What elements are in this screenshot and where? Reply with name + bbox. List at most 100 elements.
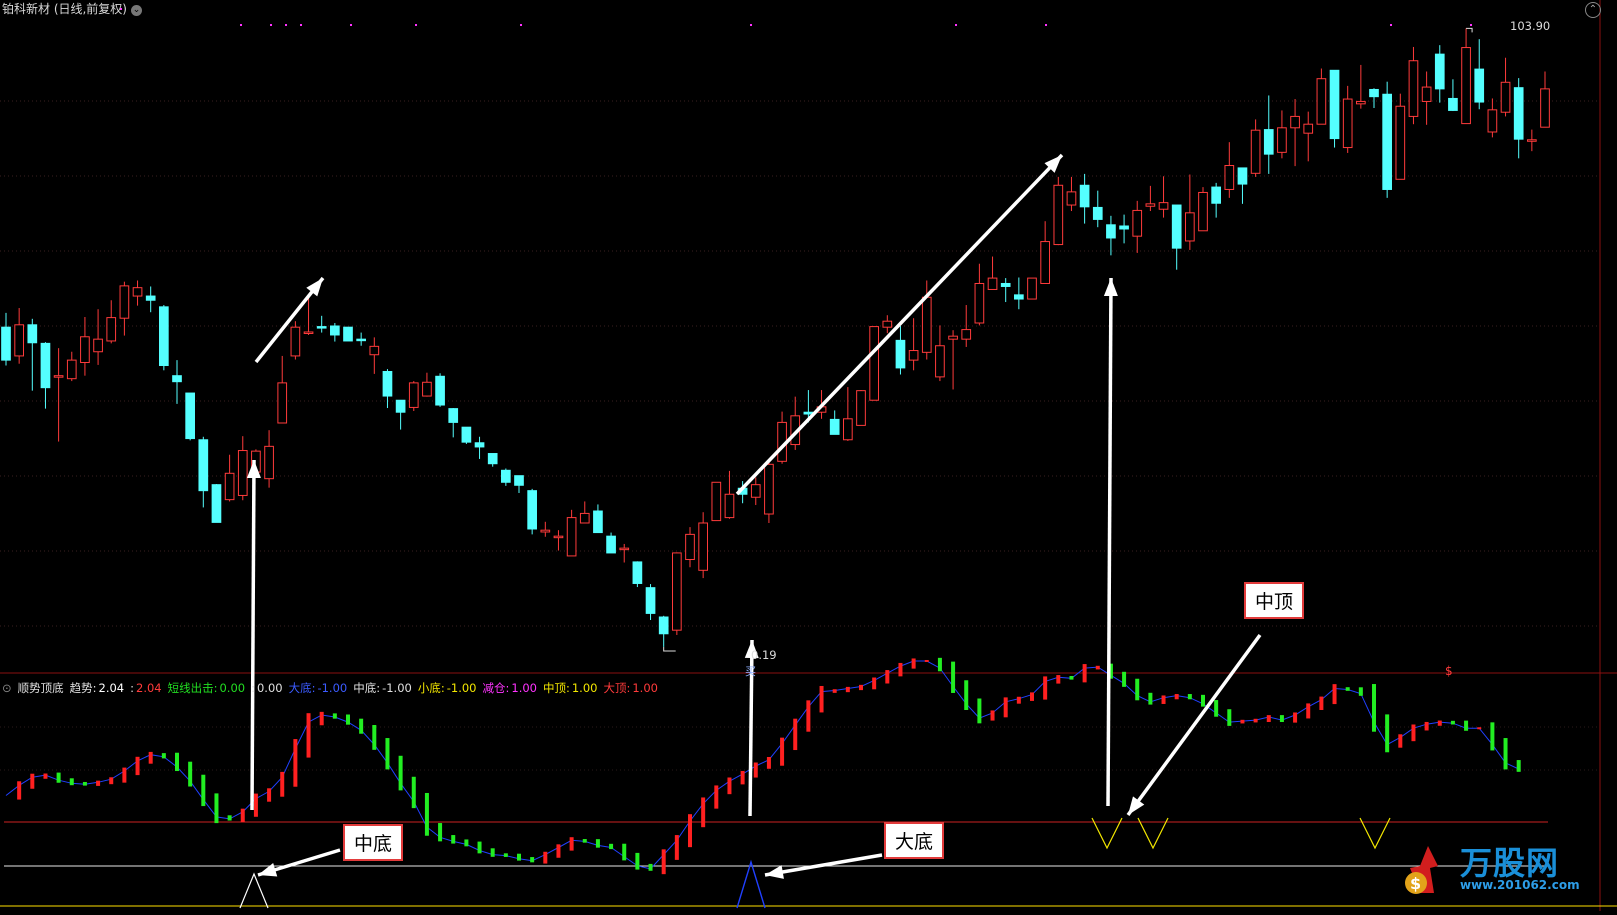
indicator-value-6: -1.00	[446, 681, 477, 695]
trend-bar	[1345, 687, 1350, 691]
candle-body	[395, 399, 406, 413]
trend-bar	[1319, 696, 1324, 710]
candle-body	[948, 335, 958, 340]
trend-bar	[1437, 720, 1442, 726]
indicator-value-7: 1.00	[511, 681, 537, 695]
signal-dot	[415, 24, 417, 26]
trend-bar	[148, 751, 153, 764]
candle-body	[579, 512, 590, 524]
indicator-header[interactable]: ⊙ 顺势顶底 趋势: 2.04:2.04 短线出击: 0.00:0.00 大底: -1.00 中…	[2, 680, 670, 696]
candle-body	[1237, 167, 1248, 185]
candle-body	[277, 382, 288, 424]
candle-body	[632, 561, 643, 584]
callout-arrow-mid-top	[1126, 633, 1262, 817]
signal-markers	[239, 817, 1391, 909]
trend-bar	[990, 710, 995, 721]
candle-body	[1434, 53, 1445, 90]
candle-body	[343, 326, 353, 342]
trend-bar	[806, 700, 811, 732]
candle-body	[856, 390, 866, 426]
indicator-value-1: 2.04	[136, 681, 162, 695]
candle-body	[1290, 115, 1300, 129]
trend-bar	[122, 767, 127, 783]
candle-body	[435, 375, 445, 406]
trend-bar	[951, 661, 956, 693]
candle-body	[1329, 69, 1340, 140]
candle-body	[1092, 206, 1103, 220]
svg-text:$: $	[1410, 874, 1421, 893]
candle-body	[501, 469, 511, 483]
trend-bar	[1450, 720, 1455, 725]
trend-bar	[1306, 703, 1311, 719]
trend-bar	[543, 851, 548, 864]
candle-body	[1079, 184, 1090, 208]
candle-body	[1500, 81, 1511, 113]
signal-dot	[285, 24, 287, 26]
signal-dot	[350, 24, 352, 26]
chart-canvas[interactable]	[0, 0, 1617, 911]
trend-bar	[1174, 694, 1179, 700]
candle-body	[159, 306, 169, 367]
trend-bar	[648, 863, 653, 871]
candle-body	[40, 342, 51, 389]
trend-bar	[346, 714, 350, 725]
indicator-value-5: -1.00	[382, 681, 412, 695]
candle-body	[1027, 277, 1037, 300]
candle-body	[1540, 88, 1550, 128]
settings-icon[interactable]: ⌄	[131, 5, 142, 16]
collapse-icon[interactable]: ⌃	[1585, 2, 1601, 18]
trend-bar	[161, 753, 166, 759]
trend-bar	[569, 837, 574, 851]
trend-bar	[227, 815, 232, 821]
dollar-marker: $	[1445, 664, 1453, 678]
candle-body	[882, 320, 893, 328]
indicator-toggle-icon[interactable]: ⊙	[2, 681, 12, 695]
trend-bar	[964, 680, 969, 710]
arrow-up-3-shaft	[1106, 277, 1113, 807]
trend-bar	[1161, 695, 1166, 704]
trend-bar	[1082, 664, 1087, 683]
trend-bar	[1516, 760, 1521, 772]
candle-body	[80, 336, 90, 364]
candle-body	[1356, 100, 1366, 105]
trend-bar	[661, 849, 666, 875]
arrow-diag-2	[735, 153, 1064, 496]
chart-title[interactable]: 铂科新材 (日线,前复权) ⌄	[2, 0, 142, 17]
trend-bar	[17, 781, 22, 800]
candle-body	[869, 326, 879, 401]
candle-body	[474, 442, 485, 448]
candle-body	[514, 475, 524, 486]
trend-bar	[780, 737, 785, 766]
trend-bar	[1411, 724, 1416, 742]
candle-body	[1, 326, 11, 361]
trend-bar	[1279, 715, 1284, 723]
candle-body	[382, 370, 393, 397]
candle-body	[1527, 139, 1537, 142]
callout-mid-bottom: 中底	[343, 824, 404, 861]
candle-body	[316, 326, 327, 329]
candle-body	[540, 529, 551, 533]
trend-bar	[937, 657, 942, 672]
trend-bar	[924, 659, 929, 662]
candle-body	[408, 382, 419, 408]
candle-body	[487, 453, 498, 465]
candle-body	[764, 463, 774, 515]
trend-bar	[135, 756, 140, 776]
trend-bar	[69, 778, 74, 786]
trend-bar	[188, 761, 193, 787]
trend-bar	[1201, 694, 1205, 707]
trend-bar	[977, 698, 982, 724]
trend-bar	[793, 718, 798, 751]
candle-body	[987, 277, 998, 290]
candle-body	[566, 517, 577, 557]
indicator-value-9: 1.00	[632, 681, 658, 695]
indicator-label-6: 小底:	[417, 681, 445, 695]
candle-body	[303, 331, 314, 334]
callout-mid-top: 中顶	[1244, 582, 1305, 619]
arrow-diag-2-shaft	[735, 153, 1064, 496]
trend-bar	[175, 752, 179, 772]
watermark-logo: $ 万股网 www.201062.com	[1398, 838, 1608, 898]
trend-bar	[898, 662, 903, 677]
callout-arrow-big-bottom-head	[765, 865, 784, 879]
candle-body	[1198, 191, 1208, 232]
